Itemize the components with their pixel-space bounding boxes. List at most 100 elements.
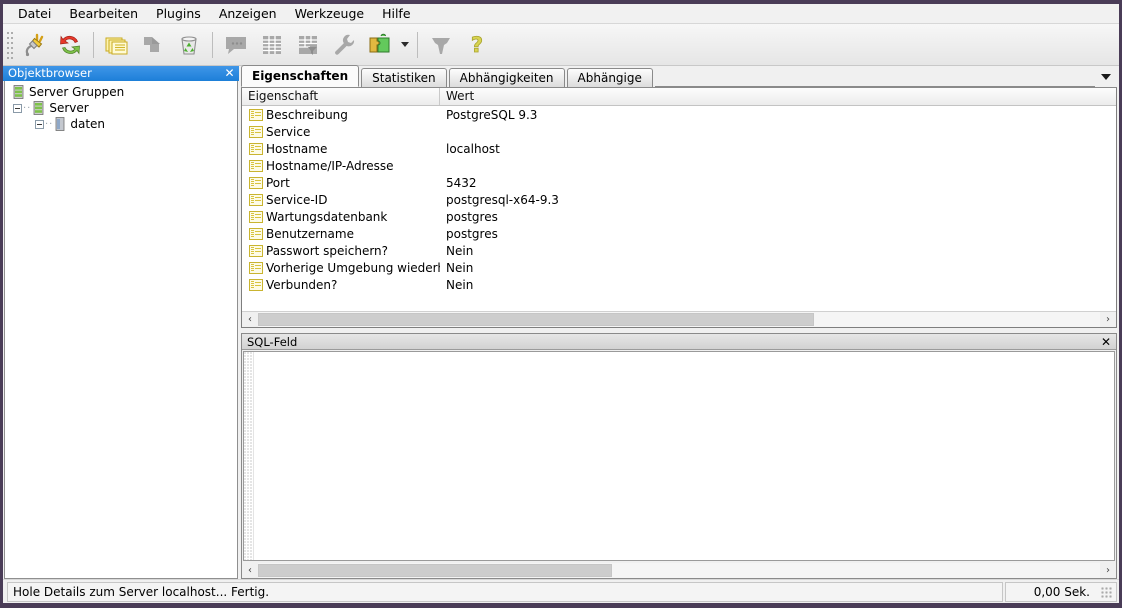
object-browser-close-icon[interactable]: ✕ (223, 66, 236, 81)
resize-grip-icon[interactable] (1101, 586, 1113, 599)
menu-plugins[interactable]: Plugins (147, 4, 210, 23)
tree-expander-icon[interactable] (13, 103, 22, 113)
property-value: Nein (446, 277, 474, 292)
table-row[interactable]: Verbunden? Nein (242, 276, 1116, 293)
tree-item-server[interactable]: ·· Server (5, 100, 237, 116)
server-group-icon (13, 85, 24, 99)
property-value: postgres (446, 209, 498, 224)
property-name: Hostname (266, 141, 328, 156)
property-value: localhost (446, 141, 500, 156)
trash-recycle-icon (181, 35, 197, 55)
sql-query-button[interactable] (218, 28, 254, 62)
property-item-icon (249, 227, 263, 240)
status-bar: Hole Details zum Server localhost... Fer… (3, 579, 1119, 603)
sql-panel-title: SQL-Feld (247, 334, 298, 349)
property-grid: Eigenschaft Wert Beschreibung PostgreSQL… (241, 88, 1117, 328)
scrollbar-track[interactable] (258, 562, 1100, 578)
filter-shield-button[interactable] (423, 28, 459, 62)
tools-button[interactable] (326, 28, 362, 62)
property-value: PostgreSQL 9.3 (446, 107, 538, 122)
tree-expander-icon[interactable] (35, 119, 44, 129)
property-item-icon (249, 125, 263, 138)
refresh-button[interactable] (52, 28, 88, 62)
property-name: Passwort speichern? (266, 243, 389, 258)
sql-editor-text[interactable] (254, 352, 1114, 560)
table-row[interactable]: Service-ID postgresql-x64-9.3 (242, 191, 1116, 208)
help-button[interactable]: ? (459, 28, 495, 62)
drop-arrow-icon (144, 36, 160, 52)
refresh-icon (60, 34, 80, 55)
scrollbar-thumb[interactable] (258, 313, 814, 326)
toolbar-grip[interactable] (6, 30, 13, 59)
view-data-button[interactable] (254, 28, 290, 62)
menu-werkzeuge[interactable]: Werkzeuge (286, 4, 374, 23)
plug-connect-button[interactable] (16, 28, 52, 62)
plugins-dropdown-button[interactable] (398, 28, 412, 62)
tab-overflow-button[interactable] (1095, 66, 1117, 87)
property-item-icon (249, 278, 263, 291)
status-duration-value: 0,00 Sek. (1033, 584, 1090, 599)
scrollbar-thumb[interactable] (258, 563, 612, 577)
menu-datei[interactable]: Datei (9, 4, 60, 23)
scroll-right-icon[interactable]: › (1100, 312, 1116, 327)
scroll-left-icon[interactable]: ‹ (242, 312, 258, 327)
column-header-value[interactable]: Wert (440, 88, 1116, 105)
property-value: Nein (446, 243, 474, 258)
menu-anzeigen[interactable]: Anzeigen (210, 4, 286, 23)
property-name: Wartungsdatenbank (266, 209, 388, 224)
filtered-data-button[interactable] (290, 28, 326, 62)
property-name: Benutzername (266, 226, 354, 241)
tree-item-server-gruppen[interactable]: Server Gruppen (5, 84, 237, 100)
tree-label: Server (49, 101, 89, 115)
sql-panel: SQL-Feld ✕ ‹ › (241, 333, 1117, 579)
column-header-property[interactable]: Eigenschaft (242, 88, 440, 105)
plug-connect-icon (25, 33, 44, 56)
chevron-down-icon (1101, 73, 1111, 80)
properties-folders-icon (105, 37, 128, 54)
table-row[interactable]: Beschreibung PostgreSQL 9.3 (242, 106, 1116, 123)
drop-object-button[interactable] (135, 28, 171, 62)
properties-button[interactable] (99, 28, 135, 62)
menu-bearbeiten[interactable]: Bearbeiten (60, 4, 147, 23)
property-item-icon (249, 176, 263, 189)
sql-editor-gutter (244, 352, 254, 560)
table-row[interactable]: Hostname localhost (242, 140, 1116, 157)
menu-bar: Datei Bearbeiten Plugins Anzeigen Werkze… (3, 4, 1119, 24)
table-row[interactable]: Hostname/IP-Adresse (242, 157, 1116, 174)
toolbar: ? (3, 24, 1119, 66)
scroll-left-icon[interactable]: ‹ (242, 562, 258, 578)
application-window: Datei Bearbeiten Plugins Anzeigen Werkze… (0, 0, 1122, 608)
object-browser-tree[interactable]: Server Gruppen ·· Server ·· daten (4, 81, 238, 579)
property-grid-hscrollbar[interactable]: ‹ › (242, 311, 1116, 327)
sql-editor[interactable] (243, 351, 1115, 561)
sql-panel-close-icon[interactable]: ✕ (1100, 335, 1112, 349)
toolbar-separator-3 (417, 31, 418, 58)
toolbar-separator-2 (212, 31, 213, 58)
property-item-icon (249, 210, 263, 223)
tab-eigenschaften[interactable]: Eigenschaften (241, 65, 360, 87)
menu-hilfe[interactable]: Hilfe (373, 4, 419, 23)
property-item-icon (249, 142, 263, 155)
sql-panel-hscrollbar[interactable]: ‹ › (242, 562, 1116, 578)
tree-label: daten (70, 117, 106, 131)
tab-abhaengige[interactable]: Abhängige (566, 68, 653, 87)
object-browser-title: Objektbrowser (8, 66, 92, 80)
status-message: Hole Details zum Server localhost... Fer… (7, 581, 1003, 602)
scroll-right-icon[interactable]: › (1100, 562, 1116, 578)
plugins-button[interactable] (362, 28, 398, 62)
table-row[interactable]: Passwort speichern? Nein (242, 242, 1116, 259)
table-row[interactable]: Vorherige Umgebung wiederhers… Nein (242, 259, 1116, 276)
property-value: 5432 (446, 175, 477, 190)
table-row[interactable]: Service (242, 123, 1116, 140)
table-row[interactable]: Benutzername postgres (242, 225, 1116, 242)
detail-panel: Eigenschaften Statistiken Abhängigkeiten… (239, 65, 1119, 579)
scrollbar-track[interactable] (258, 312, 1100, 327)
table-row[interactable]: Port 5432 (242, 174, 1116, 191)
delete-button[interactable] (171, 28, 207, 62)
tree-item-daten[interactable]: ·· daten (5, 116, 237, 132)
tab-abhaengigkeiten[interactable]: Abhängigkeiten (448, 68, 565, 87)
table-row[interactable]: Wartungsdatenbank postgres (242, 208, 1116, 225)
main-area: Objektbrowser ✕ Server Gruppen ·· Server… (3, 65, 1119, 579)
tab-statistiken[interactable]: Statistiken (361, 68, 447, 87)
property-item-icon (249, 244, 263, 257)
